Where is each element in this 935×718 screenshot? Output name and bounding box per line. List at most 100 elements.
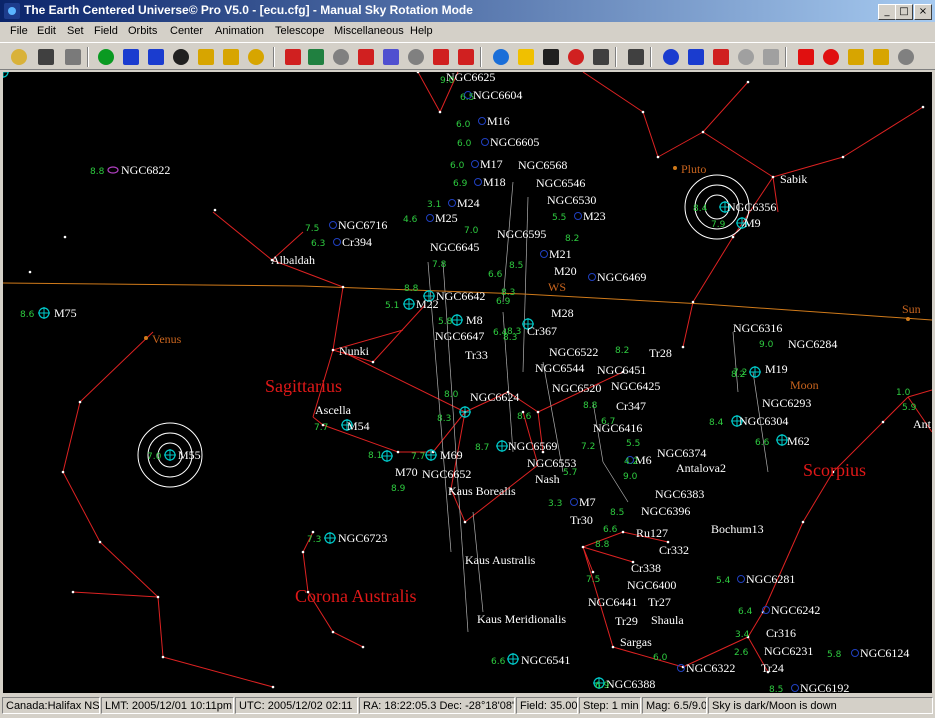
dso-label[interactable]: NGC6605 [490,135,539,149]
open-cluster-symbol[interactable] [851,649,859,657]
dso-label[interactable]: NGC6293 [762,396,811,410]
constellation-button[interactable] [380,46,402,68]
dso-label[interactable]: NGC6356 [727,200,776,214]
constellation-label[interactable]: Corona Australis [295,586,417,606]
printer-button[interactable] [62,46,84,68]
star-label[interactable]: Albaldah [271,253,315,267]
planet-label[interactable]: Venus [152,332,182,346]
menu-field[interactable]: Field [94,25,118,37]
planet-label[interactable]: WS [548,280,566,294]
zoom-out-button[interactable] [120,46,142,68]
dso-label[interactable]: NGC6374 [657,446,706,460]
star-label[interactable]: Tr29 [615,614,638,628]
dso-label[interactable]: NGC6388 [606,677,655,691]
dso-label[interactable]: NGC6124 [860,646,909,660]
dso-label[interactable]: NGC6546 [536,176,585,190]
constellation-label[interactable]: Sagittarius [265,376,342,396]
dso-label[interactable]: M7 [579,495,596,509]
planet-label[interactable]: Pluto [681,162,706,176]
menu-edit[interactable]: Edit [37,25,56,37]
west-button[interactable] [245,46,267,68]
dso-label[interactable]: Ru127 [636,526,668,540]
dso-label[interactable]: M8 [466,313,483,327]
dso-label[interactable]: M9 [744,216,761,230]
zoom-in-button[interactable] [145,46,167,68]
open-cluster-symbol[interactable] [791,684,799,692]
dso-label[interactable]: Cr367 [527,324,557,338]
dso-label[interactable]: NGC6192 [800,681,849,693]
dso-label[interactable]: NGC6316 [733,321,782,335]
open-folder-button[interactable] [8,46,30,68]
open-cluster-symbol[interactable] [737,575,745,583]
star-label[interactable]: Tr33 [465,348,488,362]
dso-label[interactable]: NGC6284 [788,337,837,351]
sun-button[interactable] [515,46,537,68]
dso-label[interactable]: NGC6553 [527,456,576,470]
dso-label[interactable]: NGC6451 [597,363,646,377]
dso-label[interactable]: M16 [487,114,510,128]
galaxy-button[interactable] [305,46,327,68]
lightning-button[interactable] [895,46,917,68]
dso-label[interactable]: M70 [395,465,418,479]
labels-abc-button[interactable] [455,46,477,68]
cluster-symbol[interactable] [3,72,9,78]
dso-label[interactable]: NGC6520 [552,381,601,395]
target-circles-button[interactable] [660,46,682,68]
dso-label[interactable]: NGC6652 [422,467,471,481]
star-label[interactable]: Tr30 [570,513,593,527]
open-cluster-symbol[interactable] [540,250,548,258]
dso-label[interactable]: M17 [480,157,503,171]
find-magnifier-button[interactable] [590,46,612,68]
dso-label[interactable]: M24 [457,196,480,210]
dso-label[interactable]: NGC6647 [435,329,484,343]
dso-label[interactable]: NGC6242 [771,603,820,617]
dso-label[interactable]: NGC6645 [430,240,479,254]
arrow-up-button[interactable] [795,46,817,68]
menu-file[interactable]: File [10,25,28,37]
lines-button[interactable] [430,46,452,68]
sky-chart[interactable]: Sagittarius Scorpius Corona Australis Pluto… [3,72,932,693]
menu-set[interactable]: Set [67,25,84,37]
dso-label[interactable]: NGC6383 [655,487,704,501]
dso-label[interactable]: M25 [435,211,458,225]
star-label[interactable]: Sargas [620,635,652,649]
dso-label[interactable]: M69 [440,448,463,462]
dso-label[interactable]: M21 [549,247,572,261]
star-label[interactable]: Nunki [339,344,370,358]
star-label[interactable]: Sabik [780,172,807,186]
dso-label[interactable]: M75 [54,306,77,320]
star-label[interactable]: Shaula [651,613,684,627]
open-cluster-symbol[interactable] [588,273,596,281]
planet-dot[interactable] [673,166,677,170]
star-label[interactable]: Antalova2 [676,461,726,475]
dso-label[interactable]: M28 [551,306,574,320]
minimize-button[interactable]: _ [878,4,896,20]
menu-animation[interactable]: Animation [215,25,264,37]
open-cluster-symbol[interactable] [474,178,482,186]
planet-label[interactable]: Moon [790,378,819,392]
menu-orbits[interactable]: Orbits [128,25,157,37]
star-label[interactable]: Kaus Borealis [448,484,516,498]
dso-label[interactable]: NGC6822 [121,163,170,177]
dso-label[interactable]: NGC6425 [611,379,660,393]
star-label[interactable]: Ant [913,417,932,431]
star-label[interactable]: Kaus Meridionalis [477,612,566,626]
walk-left-button[interactable] [845,46,867,68]
menu-center[interactable]: Center [170,25,203,37]
dso-label[interactable]: Cr394 [342,235,372,249]
star-label[interactable]: Bochum13 [711,522,764,536]
walk-right-button[interactable] [870,46,892,68]
star-label[interactable]: Tr27 [648,595,671,609]
dso-label[interactable]: M20 [554,264,577,278]
dso-label[interactable]: NGC6541 [521,653,570,667]
open-cluster-symbol[interactable] [574,212,582,220]
dso-label[interactable]: NGC6568 [518,158,567,172]
galaxy-symbol[interactable] [107,166,119,174]
grid-button[interactable] [405,46,427,68]
app-globe-icon[interactable] [4,3,20,19]
horizon-h-button[interactable] [735,46,757,68]
menu-telescope[interactable]: Telescope [275,25,325,37]
dso-label[interactable]: NGC6469 [597,270,646,284]
dso-label[interactable]: NGC6569 [508,439,557,453]
star-label[interactable]: Nash [535,472,560,486]
